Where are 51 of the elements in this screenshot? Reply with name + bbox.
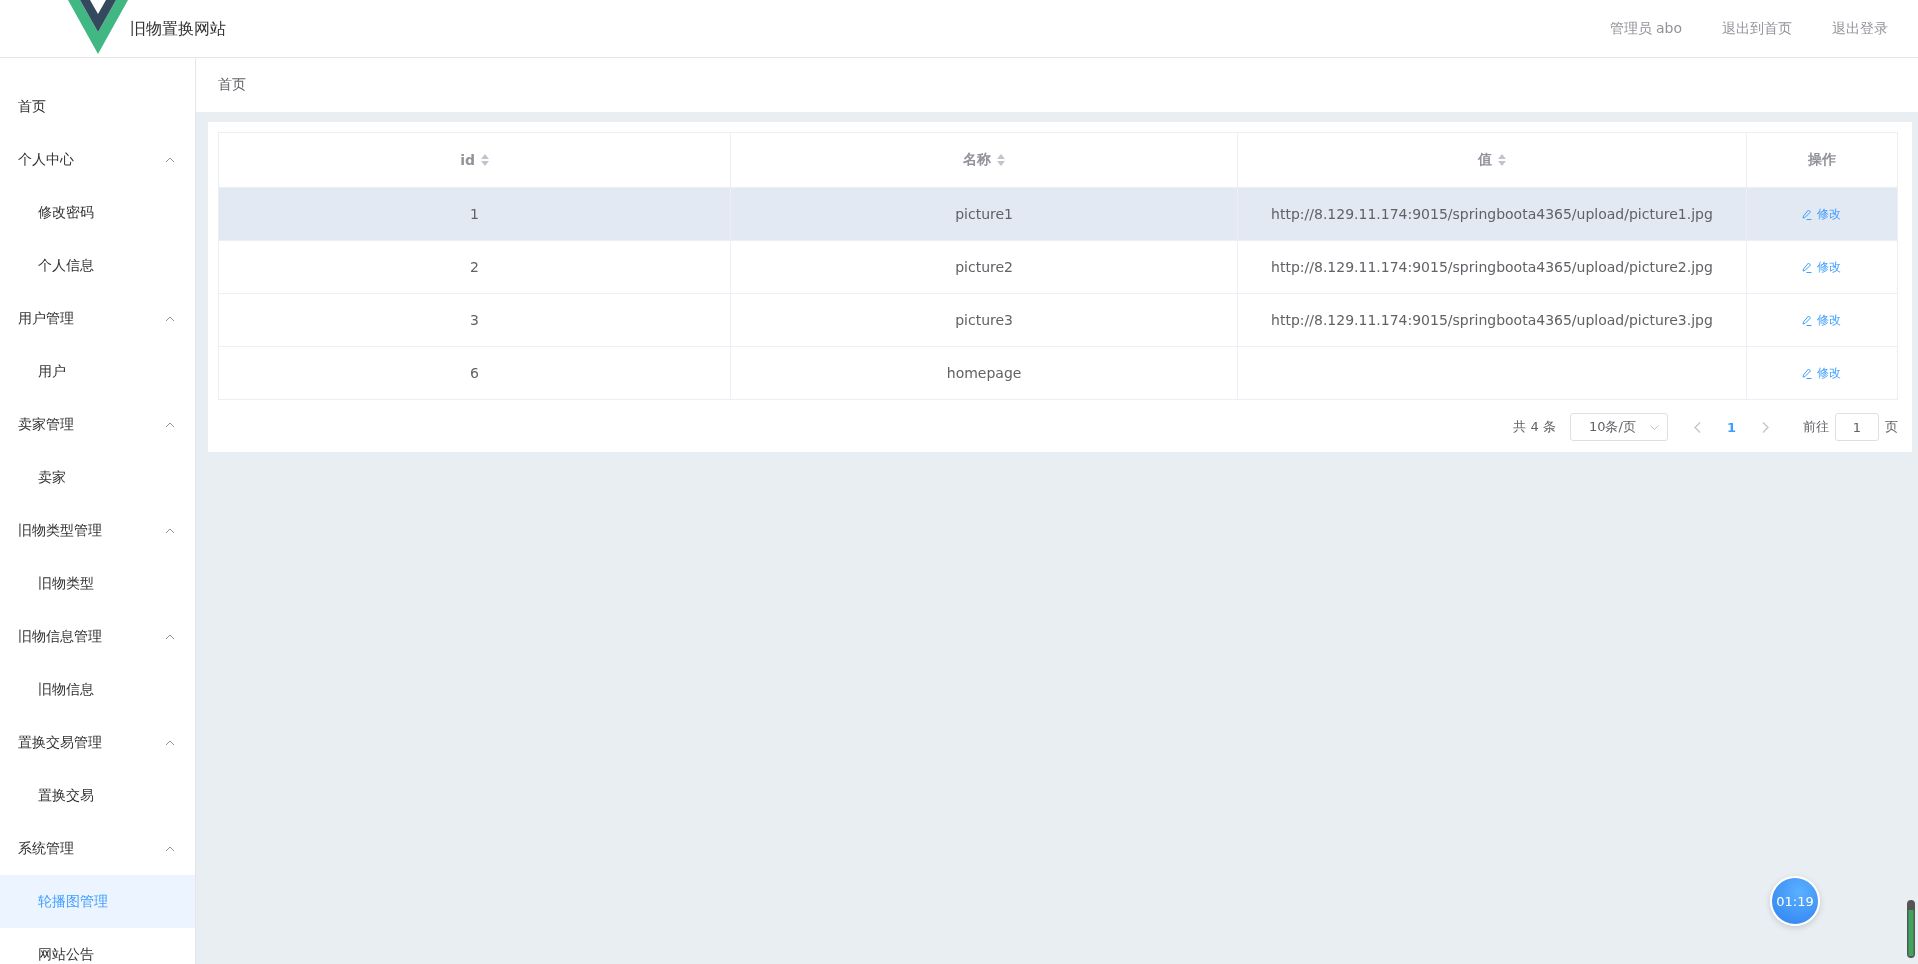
v-logo-icon (68, 0, 128, 54)
menu-group[interactable]: 卖家管理 (0, 398, 195, 451)
table-row[interactable]: 2 picture2 http://8.129.11.174:9015/springboota4365/upload/picture2.jpg 修改 (218, 240, 1898, 294)
sort-icon[interactable] (997, 154, 1006, 166)
column-header: 操作 (1746, 132, 1898, 188)
total-count: 共 4 条 (1513, 418, 1556, 436)
table-cell: 2 (470, 259, 479, 275)
menu-group[interactable]: 旧物类型管理 (0, 504, 195, 557)
table-cell: 6 (470, 365, 479, 381)
table-cell: homepage (946, 365, 1022, 381)
level-meter-icon (1907, 900, 1915, 958)
table-cell: picture1 (955, 206, 1013, 222)
menu-group[interactable]: 置换交易管理 (0, 716, 195, 769)
table-cell: 1 (470, 206, 479, 222)
table-cell: 3 (470, 312, 479, 328)
pencil-icon (1802, 367, 1813, 379)
table-row[interactable]: 1 picture1 http://8.129.11.174:9015/springboota4365/upload/picture1.jpg 修改 (218, 187, 1898, 241)
prev-page-icon[interactable] (1693, 421, 1701, 433)
menu-item[interactable]: 卖家 (0, 451, 195, 504)
table-cell: picture3 (955, 312, 1013, 328)
table-row[interactable]: 6 homepage 修改 (218, 346, 1898, 400)
table-cell: picture2 (955, 259, 1013, 275)
goto-label: 前往 (1803, 418, 1829, 436)
menu-item[interactable]: 旧物信息 (0, 663, 195, 716)
menu-item[interactable]: 首页 (0, 80, 195, 133)
sort-icon[interactable] (480, 154, 489, 166)
pencil-icon (1802, 208, 1813, 220)
page-suffix: 页 (1885, 418, 1898, 436)
table-row[interactable]: 3 picture3 http://8.129.11.174:9015/springboota4365/upload/picture3.jpg 修改 (218, 293, 1898, 347)
menu-item[interactable]: 旧物类型 (0, 557, 195, 610)
chevron-down-icon (1649, 424, 1659, 430)
breadcrumb-item[interactable]: 首页 (218, 76, 246, 94)
menu-item[interactable]: 用户 (0, 345, 195, 398)
menu-item[interactable]: 个人信息 (0, 239, 195, 292)
table-cell: http://8.129.11.174:9015/springboota4365/upload/picture1.jpg (1271, 206, 1713, 222)
menu-group[interactable]: 个人中心 (0, 133, 195, 186)
sort-icon[interactable] (1498, 154, 1506, 166)
menu-group[interactable]: 系统管理 (0, 822, 195, 875)
pencil-icon (1802, 261, 1813, 273)
pencil-icon (1802, 314, 1813, 326)
menu-item[interactable]: 置换交易 (0, 769, 195, 822)
menu-group[interactable]: 用户管理 (0, 292, 195, 345)
menu-group[interactable]: 旧物信息管理 (0, 610, 195, 663)
table-cell: http://8.129.11.174:9015/springboota4365/upload/picture3.jpg (1271, 312, 1713, 328)
page-size-select[interactable]: 10条/页 (1569, 413, 1668, 441)
next-page-icon[interactable] (1762, 421, 1769, 433)
page-input[interactable]: 1 (1835, 413, 1879, 441)
menu-item[interactable]: 修改密码 (0, 186, 195, 239)
site-title: 旧物置换网站 (130, 19, 226, 40)
table-cell: http://8.129.11.174:9015/springboota4365/upload/picture2.jpg (1271, 259, 1713, 275)
menu-item[interactable]: 网站公告 (0, 928, 195, 964)
